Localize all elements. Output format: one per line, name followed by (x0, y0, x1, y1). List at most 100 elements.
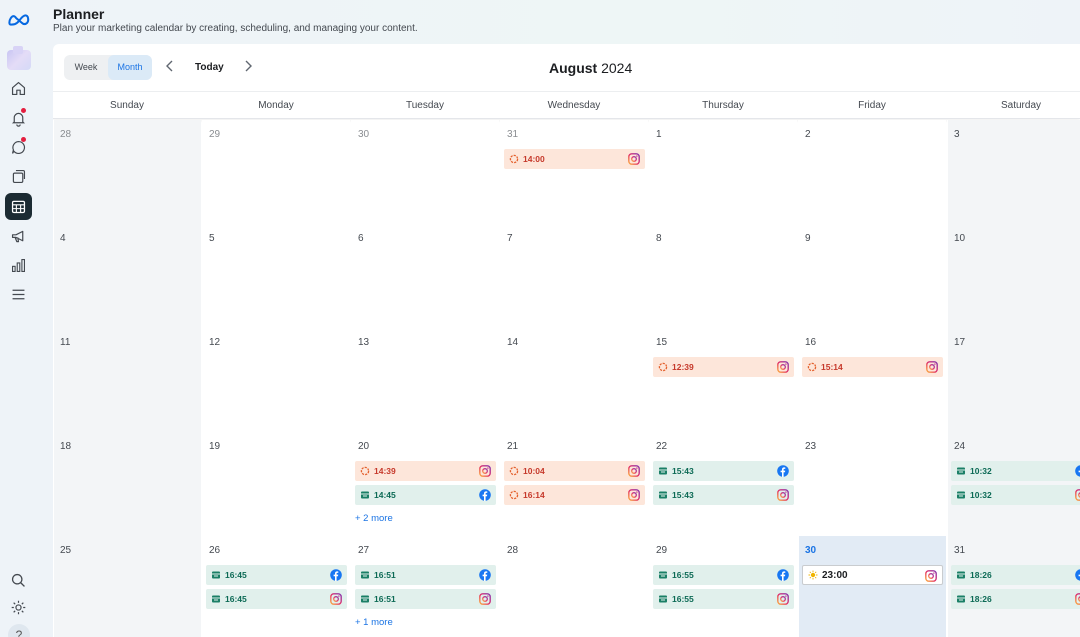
more-events-link[interactable]: + 2 more (355, 513, 393, 524)
settings-icon[interactable] (5, 594, 32, 621)
draft-status-icon (509, 154, 519, 164)
instagram-icon (1075, 489, 1080, 501)
weekday-label: Monday (258, 100, 294, 111)
today-button[interactable]: Today (195, 62, 224, 73)
post-event[interactable]: 10:32 (951, 461, 1080, 481)
weekday-label: Wednesday (547, 100, 601, 111)
day-cell[interactable]: 21 10:04 16:14 (500, 432, 648, 536)
post-event[interactable]: 16:45 (206, 589, 347, 609)
weekday-label: Saturday (1000, 100, 1042, 111)
day-cell[interactable]: 11 (53, 328, 201, 432)
next-month-button[interactable] (241, 59, 255, 75)
day-cell[interactable]: 28 (53, 120, 201, 224)
day-number: 28 (507, 545, 519, 556)
post-event[interactable]: 18:26 (951, 589, 1080, 609)
day-cell[interactable]: 30 (351, 120, 499, 224)
post-time: 14:39 (374, 466, 396, 476)
day-cell[interactable]: 15 12:39 (649, 328, 797, 432)
day-cell[interactable]: 17 (947, 328, 1080, 432)
day-cell[interactable]: 28 (500, 536, 648, 637)
day-cell[interactable]: 8 (649, 224, 797, 328)
calendar-panel: Week Month Today August 2024 Sunday Monda… (53, 44, 1080, 637)
account-avatar[interactable] (7, 46, 31, 70)
day-cell[interactable]: 1 (649, 120, 797, 224)
day-cell[interactable]: 31 18:26 18:26 (947, 536, 1080, 637)
day-cell[interactable]: 25 (53, 536, 201, 637)
post-event[interactable]: 16:55 (653, 565, 794, 585)
day-cell[interactable]: 5 (202, 224, 350, 328)
post-event[interactable]: 12:39 (653, 357, 794, 377)
day-cell[interactable]: 24 10:32 10:32 (947, 432, 1080, 536)
chevron-left-icon (166, 60, 173, 72)
day-number: 6 (358, 233, 364, 244)
day-cell[interactable]: 26 16:45 16:45 (202, 536, 350, 637)
day-cell[interactable]: 23 (798, 432, 946, 536)
day-number: 15 (656, 337, 668, 348)
day-cell[interactable]: 2 (798, 120, 946, 224)
day-cell[interactable]: 20 14:39 14:45 + 2 more (351, 432, 499, 536)
week-view-button[interactable]: Week (64, 55, 108, 80)
day-cell[interactable]: 16 15:14 (798, 328, 946, 432)
post-event[interactable]: 14:39 (355, 461, 496, 481)
day-cell[interactable]: 9 (798, 224, 946, 328)
previous-month-button[interactable] (163, 59, 177, 75)
day-cell[interactable]: 30 23:00 (798, 536, 946, 637)
day-cell[interactable]: 4 (53, 224, 201, 328)
insights-icon[interactable] (5, 252, 32, 279)
day-number: 25 (60, 545, 72, 556)
content-icon[interactable] (5, 163, 32, 190)
post-event[interactable]: 16:55 (653, 589, 794, 609)
month-view-button[interactable]: Month (108, 55, 152, 80)
scheduled-status-icon (956, 570, 966, 580)
scheduled-status-icon (956, 594, 966, 604)
post-event[interactable]: 15:43 (653, 461, 794, 481)
day-cell[interactable]: 29 16:55 16:55 (649, 536, 797, 637)
day-cell[interactable]: 14 (500, 328, 648, 432)
post-event[interactable]: 15:43 (653, 485, 794, 505)
instagram-icon (479, 593, 491, 605)
home-icon[interactable] (5, 75, 32, 102)
day-cell[interactable]: 6 (351, 224, 499, 328)
post-event[interactable]: 10:32 (951, 485, 1080, 505)
facebook-icon (777, 465, 789, 477)
day-cell[interactable]: 12 (202, 328, 350, 432)
post-event[interactable]: 16:51 (355, 565, 496, 585)
post-event[interactable]: 14:45 (355, 485, 496, 505)
search-icon[interactable] (5, 567, 32, 594)
post-time: 15:14 (821, 362, 843, 372)
day-cell[interactable]: 3 (947, 120, 1080, 224)
weekday-label: Tuesday (406, 100, 444, 111)
meta-logo-icon[interactable] (5, 6, 32, 33)
post-event[interactable]: 23:00 (802, 565, 943, 585)
day-cell[interactable]: 13 (351, 328, 499, 432)
instagram-icon (1075, 593, 1080, 605)
post-event[interactable]: 14:00 (504, 149, 645, 169)
day-cell[interactable]: 10 (947, 224, 1080, 328)
instagram-icon (330, 593, 342, 605)
day-cell[interactable]: 29 (202, 120, 350, 224)
post-event[interactable]: 16:51 (355, 589, 496, 609)
menu-icon[interactable] (5, 281, 32, 308)
post-event[interactable]: 16:45 (206, 565, 347, 585)
post-event[interactable]: 15:14 (802, 357, 943, 377)
notifications-icon[interactable] (5, 105, 32, 132)
inbox-icon[interactable] (5, 134, 32, 161)
planner-icon[interactable] (5, 193, 32, 220)
day-cell[interactable]: 22 15:43 15:43 (649, 432, 797, 536)
day-cell[interactable]: 31 14:00 (500, 120, 648, 224)
day-cell[interactable]: 19 (202, 432, 350, 536)
help-icon[interactable]: ? (8, 624, 30, 637)
scheduled-status-icon (956, 466, 966, 476)
post-event[interactable]: 16:14 (504, 485, 645, 505)
day-cell[interactable]: 7 (500, 224, 648, 328)
day-cell[interactable]: 18 (53, 432, 201, 536)
page-title: Planner (53, 6, 105, 22)
day-cell[interactable]: 27 16:51 16:51 + 1 more (351, 536, 499, 637)
ads-icon[interactable] (5, 223, 32, 250)
more-events-link[interactable]: + 1 more (355, 617, 393, 628)
weekday-label: Thursday (702, 100, 744, 111)
day-number: 29 (656, 545, 668, 556)
day-number: 13 (358, 337, 370, 348)
post-event[interactable]: 18:26 (951, 565, 1080, 585)
post-event[interactable]: 10:04 (504, 461, 645, 481)
